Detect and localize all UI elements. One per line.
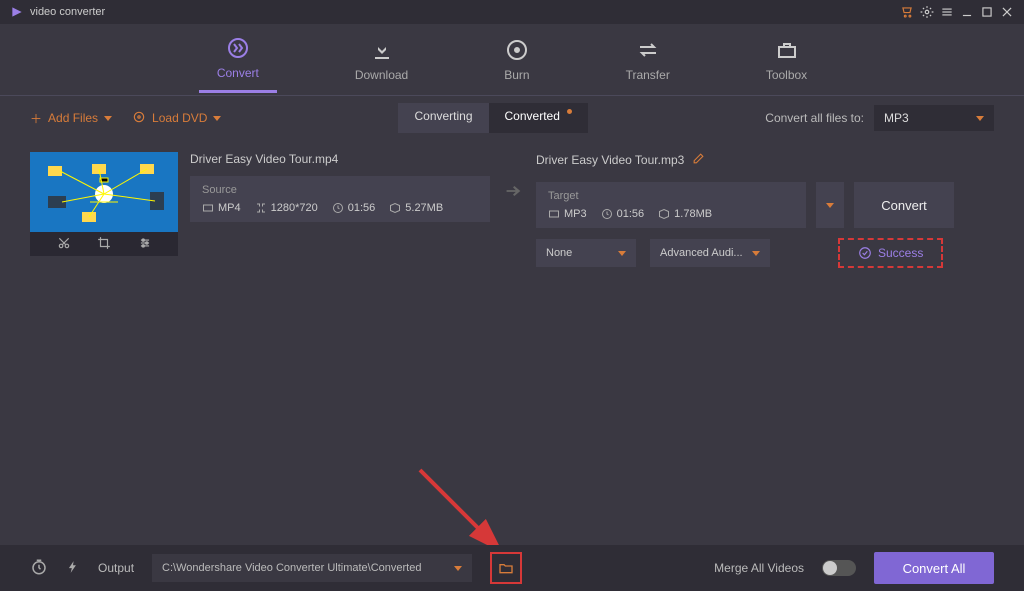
chevron-down-icon — [826, 203, 834, 208]
cut-icon[interactable] — [57, 236, 71, 253]
maximize-icon[interactable] — [980, 5, 994, 19]
chevron-down-icon — [104, 116, 112, 121]
edit-icon[interactable] — [692, 152, 705, 168]
chevron-down-icon — [752, 251, 760, 256]
source-ext: MP4 — [218, 202, 241, 214]
thumbnail-tools — [30, 232, 178, 256]
sub-toolbar: ＋ Add Files Load DVD Converting Converte… — [0, 96, 1024, 140]
status-tabs: Converting Converted — [398, 103, 588, 133]
chevron-down-icon — [618, 251, 626, 256]
output-path: C:\Wondershare Video Converter Ultimate\… — [162, 562, 421, 574]
chevron-down-icon — [213, 116, 221, 121]
arrow-right-icon — [502, 180, 524, 202]
source-filename: Driver Easy Video Tour.mp4 — [190, 152, 490, 166]
source-size: 5.27MB — [405, 202, 443, 214]
convert-icon — [226, 36, 250, 60]
target-size: 1.78MB — [674, 208, 712, 220]
convert-all-button[interactable]: Convert All — [874, 552, 994, 584]
chevron-down-icon — [454, 566, 462, 571]
subtitle-value: None — [546, 247, 572, 259]
merge-toggle[interactable] — [822, 560, 856, 576]
tab-download-label: Download — [355, 68, 408, 82]
tab-converted-label: Converted — [505, 109, 560, 123]
source-dur: 01:56 — [348, 202, 376, 214]
format-select[interactable]: MP3 — [874, 105, 994, 131]
download-icon — [370, 38, 394, 62]
subtitle-select[interactable]: None — [536, 239, 636, 267]
menu-icon[interactable] — [940, 5, 954, 19]
burn-icon — [505, 38, 529, 62]
tab-burn[interactable]: Burn — [486, 28, 547, 92]
tab-converting[interactable]: Converting — [398, 103, 488, 133]
target-info: Target MP3 01:56 1.78MB — [536, 182, 806, 228]
target-label: Target — [548, 190, 794, 202]
load-dvd-label: Load DVD — [152, 111, 207, 125]
tab-converted[interactable]: Converted — [489, 103, 589, 133]
convert-button[interactable]: Convert — [854, 182, 954, 228]
target-ext: MP3 — [564, 208, 587, 220]
output-label: Output — [98, 561, 134, 575]
crop-icon[interactable] — [97, 236, 111, 253]
tab-toolbox[interactable]: Toolbox — [748, 28, 825, 92]
file-row: Driver Easy Video Tour.mp4 Source MP4 12… — [30, 152, 994, 268]
tab-transfer[interactable]: Transfer — [608, 28, 688, 92]
close-icon[interactable] — [1000, 5, 1014, 19]
transfer-icon — [636, 38, 660, 62]
convert-all-label: Convert all files to: — [765, 111, 864, 125]
load-dvd-button[interactable]: Load DVD — [132, 110, 221, 127]
gpu-icon[interactable] — [66, 558, 80, 579]
minimize-icon[interactable] — [960, 5, 974, 19]
tab-transfer-label: Transfer — [626, 68, 670, 82]
footer: Output C:\Wondershare Video Converter Ul… — [0, 545, 1024, 591]
success-badge: Success — [838, 238, 943, 268]
effects-icon[interactable] — [138, 236, 152, 253]
file-list: Driver Easy Video Tour.mp4 Source MP4 12… — [0, 140, 1024, 280]
format-value: MP3 — [884, 111, 909, 125]
disc-icon — [132, 110, 146, 127]
source-res: 1280*720 — [271, 202, 318, 214]
success-label: Success — [878, 246, 923, 260]
app-title: video converter — [30, 6, 105, 18]
add-files-button[interactable]: ＋ Add Files — [30, 110, 112, 127]
merge-label: Merge All Videos — [714, 561, 804, 575]
toolbox-icon — [775, 38, 799, 62]
titlebar: video converter — [0, 0, 1024, 24]
output-path-select[interactable]: C:\Wondershare Video Converter Ultimate\… — [152, 554, 472, 582]
source-label: Source — [202, 184, 478, 196]
chevron-down-icon — [976, 116, 984, 121]
plus-icon: ＋ — [30, 110, 42, 127]
main-tabs: Convert Download Burn Transfer Toolbox — [0, 24, 1024, 96]
tab-toolbox-label: Toolbox — [766, 68, 807, 82]
schedule-icon[interactable] — [30, 558, 48, 579]
video-thumbnail[interactable] — [30, 152, 178, 232]
target-format-dropdown[interactable] — [816, 182, 844, 228]
app-logo-icon — [10, 5, 24, 19]
tab-download[interactable]: Download — [337, 28, 426, 92]
tab-convert-label: Convert — [217, 66, 259, 80]
source-info: Source MP4 1280*720 01:56 5.27MB — [190, 176, 490, 222]
target-filename: Driver Easy Video Tour.mp3 — [536, 153, 684, 167]
tab-convert[interactable]: Convert — [199, 26, 277, 93]
tab-burn-label: Burn — [504, 68, 529, 82]
cart-icon[interactable] — [900, 5, 914, 19]
notification-dot-icon — [567, 109, 572, 114]
audio-value: Advanced Audi... — [660, 247, 743, 259]
target-dur: 01:56 — [617, 208, 645, 220]
add-files-label: Add Files — [48, 111, 98, 125]
audio-select[interactable]: Advanced Audi... — [650, 239, 770, 267]
settings-icon[interactable] — [920, 5, 934, 19]
open-folder-button[interactable] — [490, 552, 522, 584]
